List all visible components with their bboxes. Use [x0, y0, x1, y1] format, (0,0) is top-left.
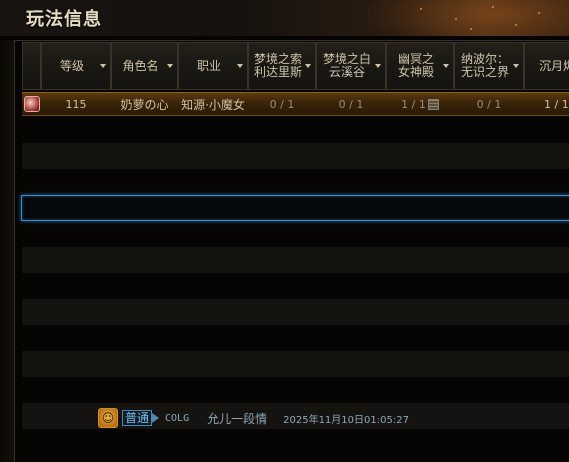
dungeon2-cell: 0 / 1 — [338, 97, 364, 111]
channel-arrow-icon — [152, 413, 160, 423]
table-row[interactable] — [22, 247, 569, 273]
table-body — [22, 91, 569, 455]
column-label: 角色名 — [122, 58, 159, 73]
clear-mark-icon — [427, 98, 439, 110]
sort-arrow-icon — [513, 64, 519, 68]
column-header-dungeon5[interactable]: 沉月烬 — [524, 42, 569, 90]
sort-arrow-icon — [375, 64, 381, 68]
chat-message[interactable]: ☺ 普通 COLG 允儿一段情 2025年11月10日01:05:27 — [98, 407, 409, 429]
spark-decoration — [420, 8, 422, 10]
column-label: 梦境之索利达里斯 — [253, 52, 302, 79]
sort-arrow-icon — [100, 64, 106, 68]
column-header-dungeon3[interactable]: 幽冥之女神殿 — [386, 42, 454, 90]
table-header: 等级 角色名 职业 梦境之索利达里斯 梦境之白云溪谷 幽冥之女神殿 纳波尔：无识… — [22, 42, 569, 90]
column-header-dungeon2[interactable]: 梦境之白云溪谷 — [316, 42, 386, 90]
title-bar[interactable]: 玩法信息 — [0, 0, 569, 36]
column-label: 沉月烬 — [539, 58, 569, 73]
column-label: 等级 — [59, 58, 84, 73]
dungeon3-value: 1 / 1 — [401, 97, 426, 111]
character-avatar-cell — [22, 92, 41, 116]
spark-decoration — [538, 12, 540, 14]
dungeon1-cell: 0 / 1 — [269, 97, 295, 111]
title-glow-decoration — [360, 0, 569, 36]
table-row[interactable] — [22, 273, 569, 299]
column-header-job[interactable]: 职业 — [178, 42, 248, 90]
table-row[interactable] — [22, 325, 569, 351]
spark-decoration — [455, 18, 457, 20]
character-row[interactable]: 115 奶萝の心 知源·小魔女 0 / 1 0 / 1 1 / 1 0 / 1 … — [22, 92, 569, 116]
table-row[interactable] — [22, 377, 569, 403]
table-row[interactable] — [22, 299, 569, 325]
guild-name: COLG — [165, 412, 190, 424]
spark-decoration — [492, 6, 494, 8]
dungeon3-cell: 1 / 1 — [386, 92, 454, 116]
column-header-dungeon4[interactable]: 纳波尔：无识之界 — [454, 42, 524, 90]
chat-username[interactable]: 允儿一段情 — [207, 410, 267, 427]
chat-timestamp: 2025年11月10日01:05:27 — [283, 414, 409, 426]
column-label: 职业 — [196, 58, 221, 73]
table-row[interactable] — [22, 351, 569, 377]
dungeon4-cell: 0 / 1 — [476, 97, 502, 111]
sort-arrow-icon — [167, 64, 173, 68]
window-title: 玩法信息 — [26, 9, 102, 30]
table-row[interactable] — [22, 169, 569, 195]
column-header-level[interactable]: 等级 — [41, 42, 111, 90]
sort-arrow-icon — [443, 64, 449, 68]
spark-decoration — [470, 28, 472, 30]
sort-arrow-icon — [237, 64, 243, 68]
column-header-name[interactable]: 角色名 — [111, 42, 178, 90]
table-row[interactable] — [22, 221, 569, 247]
left-border — [0, 40, 14, 462]
focused-row[interactable] — [21, 195, 569, 221]
column-header-dungeon1[interactable]: 梦境之索利达里斯 — [248, 42, 316, 90]
column-label: 梦境之白云溪谷 — [322, 52, 371, 79]
column-label: 幽冥之女神殿 — [397, 52, 434, 79]
level-cell: 115 — [65, 97, 87, 111]
channel-tag[interactable]: 普通 — [122, 410, 153, 426]
character-avatar-icon — [23, 96, 40, 112]
job-cell: 知源·小魔女 — [181, 97, 245, 112]
name-cell: 奶萝の心 — [120, 97, 169, 112]
dungeon5-cell: 1 / 1 — [544, 97, 569, 111]
table-row[interactable] — [22, 143, 569, 169]
column-header-icon — [22, 42, 41, 90]
smiley-icon: ☺ — [98, 408, 118, 428]
spark-decoration — [515, 24, 517, 26]
column-label: 纳波尔：无识之界 — [460, 52, 509, 79]
sort-arrow-icon — [305, 64, 311, 68]
table-row[interactable] — [22, 429, 569, 455]
table-row[interactable] — [22, 117, 569, 143]
play-info-window: 玩法信息 等级 角色名 职业 梦境之索利达里斯 梦境之白云溪谷 幽冥之女神殿 纳… — [0, 0, 569, 462]
